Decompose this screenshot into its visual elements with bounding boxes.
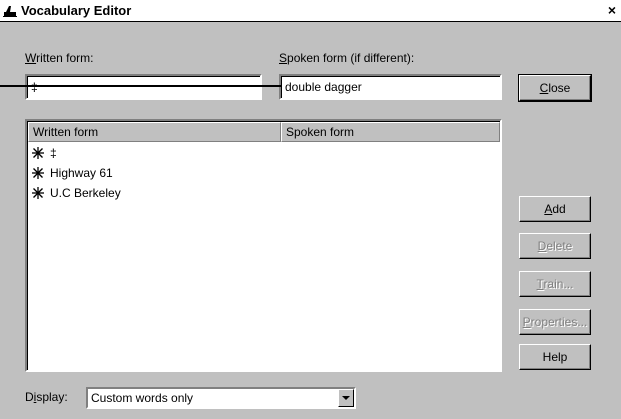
list-item-written: ‡ (50, 146, 57, 160)
properties-button[interactable]: Properties... (519, 309, 591, 335)
close-button[interactable]: Close (518, 74, 592, 102)
close-icon[interactable]: × (603, 1, 621, 19)
add-button[interactable]: Add (519, 196, 591, 222)
list-header: Written form Spoken form (28, 122, 500, 142)
display-select[interactable]: Custom words only (86, 387, 356, 409)
spoken-form-label: Spoken form (if different): (279, 51, 415, 65)
column-spoken-form[interactable]: Spoken form (281, 122, 500, 142)
custom-word-icon (32, 167, 44, 179)
column-written-form[interactable]: Written form (28, 122, 281, 142)
list-item[interactable]: Highway 61 (31, 165, 113, 181)
dropdown-button[interactable] (338, 389, 354, 407)
list-item-written: Highway 61 (50, 166, 113, 180)
help-button[interactable]: Help (519, 344, 591, 370)
train-button[interactable]: Train... (519, 271, 591, 297)
vocabulary-editor-window: Vocabulary Editor × Written form: ‡ Spok… (0, 0, 621, 419)
app-icon (2, 3, 18, 19)
spoken-form-input[interactable]: double dagger (279, 74, 502, 100)
written-form-label: Written form: (25, 51, 94, 65)
delete-button[interactable]: Delete (519, 233, 591, 259)
list-item[interactable]: U.C Berkeley (31, 185, 121, 201)
display-select-value: Custom words only (91, 391, 194, 405)
title-bar[interactable]: Vocabulary Editor × (0, 0, 621, 22)
vocabulary-list[interactable]: Written form Spoken form ‡ Highway 61 U.… (25, 119, 502, 372)
custom-word-icon (32, 187, 44, 199)
list-item-written: U.C Berkeley (50, 186, 121, 200)
custom-word-icon (32, 147, 44, 159)
display-label: Display: (25, 390, 68, 404)
written-form-input[interactable]: ‡ (25, 74, 262, 100)
callout-line (0, 85, 282, 87)
list-item[interactable]: ‡ (31, 145, 57, 161)
window-title: Vocabulary Editor (21, 3, 132, 18)
chevron-down-icon (342, 396, 350, 400)
